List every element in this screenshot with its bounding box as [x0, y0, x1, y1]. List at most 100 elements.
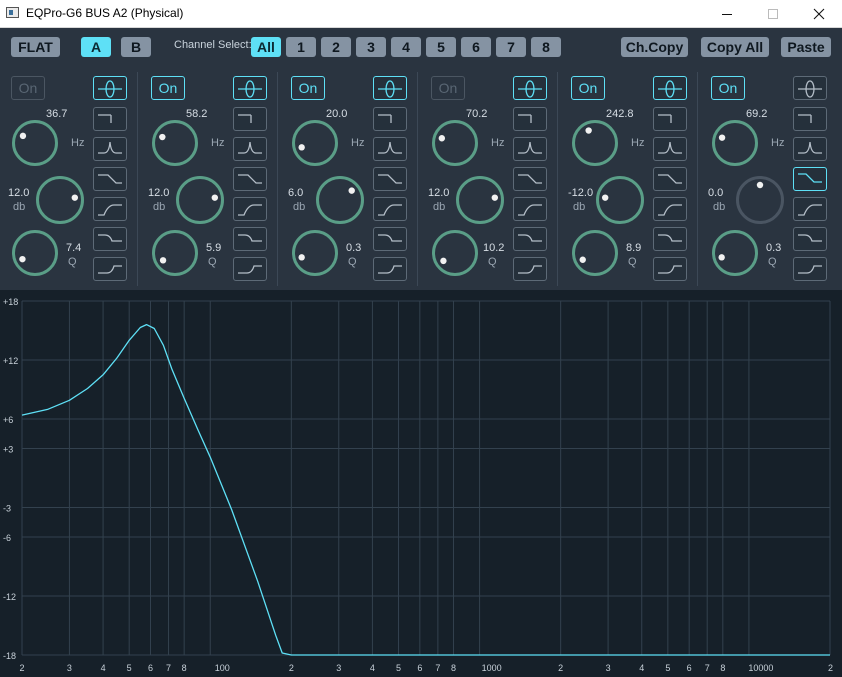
- preset-a-button[interactable]: A: [81, 37, 111, 57]
- q-knob[interactable]: [430, 228, 480, 278]
- filter-type-high-pass-button[interactable]: [653, 197, 687, 221]
- channel-3-button[interactable]: 3: [356, 37, 386, 57]
- filter-type-high-shelf-cut-button[interactable]: [373, 167, 407, 191]
- close-icon: [813, 8, 825, 19]
- q-value: 10.2: [483, 242, 505, 254]
- filter-type-low-shelf-button[interactable]: [233, 227, 267, 251]
- gain-knob[interactable]: [454, 174, 506, 226]
- filter-bandpass-icon: [658, 141, 682, 154]
- gain-knob[interactable]: [174, 174, 226, 226]
- channel-2-button[interactable]: 2: [321, 37, 351, 57]
- filter-type-low-cut-button[interactable]: [653, 107, 687, 131]
- gain-knob-indicator: [491, 194, 499, 201]
- filter-type-bandpass-button[interactable]: [513, 137, 547, 161]
- band-on-button[interactable]: On: [431, 76, 465, 100]
- filter-type-high-shelf-button[interactable]: [793, 167, 827, 191]
- filter-type-peak-button[interactable]: [653, 76, 687, 100]
- filter-high-shelf-cut-icon: [518, 174, 542, 184]
- flat-button[interactable]: FLAT: [11, 37, 60, 57]
- filter-type-low-shelf-button[interactable]: [793, 227, 827, 251]
- frequency-knob[interactable]: [10, 118, 60, 168]
- filter-type-low-cut-button[interactable]: [93, 107, 127, 131]
- filter-type-peak-button[interactable]: [793, 76, 827, 100]
- band-on-button[interactable]: On: [11, 76, 45, 100]
- filter-type-bandpass-button[interactable]: [653, 137, 687, 161]
- frequency-knob[interactable]: [290, 118, 340, 168]
- copy-all-button[interactable]: Copy All: [701, 37, 769, 57]
- filter-type-bandpass-button[interactable]: [373, 137, 407, 161]
- filter-type-low-shelf-button[interactable]: [93, 227, 127, 251]
- filter-type-bandpass-button[interactable]: [793, 137, 827, 161]
- filter-type-low-shelf-cut-button[interactable]: [93, 257, 127, 281]
- frequency-knob[interactable]: [570, 118, 620, 168]
- filter-type-low-cut-button[interactable]: [233, 107, 267, 131]
- frequency-knob[interactable]: [430, 118, 480, 168]
- gain-unit: db: [13, 201, 26, 213]
- filter-type-low-shelf-button[interactable]: [373, 227, 407, 251]
- filter-type-low-shelf-button[interactable]: [513, 227, 547, 251]
- filter-type-high-pass-button[interactable]: [93, 197, 127, 221]
- gain-knob[interactable]: [314, 174, 366, 226]
- filter-type-low-cut-button[interactable]: [513, 107, 547, 131]
- channel-all-button[interactable]: All: [251, 37, 281, 57]
- filter-type-bandpass-button[interactable]: [93, 137, 127, 161]
- band-on-button[interactable]: On: [711, 76, 745, 100]
- band-5: On 242.8 Hz -12.0 db 8.9 Q: [560, 72, 696, 286]
- filter-type-low-shelf-cut-button[interactable]: [373, 257, 407, 281]
- band-on-button[interactable]: On: [151, 76, 185, 100]
- filter-type-high-shelf-cut-button[interactable]: [233, 167, 267, 191]
- band-4: On 70.2 Hz 12.0 db 10.2 Q: [420, 72, 556, 286]
- filter-type-low-shelf-cut-button[interactable]: [793, 257, 827, 281]
- q-knob[interactable]: [10, 228, 60, 278]
- channel-8-button[interactable]: 8: [531, 37, 561, 57]
- filter-peak-icon: [238, 80, 262, 98]
- paste-button[interactable]: Paste: [781, 37, 831, 57]
- q-knob[interactable]: [150, 228, 200, 278]
- channel-7-button[interactable]: 7: [496, 37, 526, 57]
- filter-type-high-shelf-cut-button[interactable]: [93, 167, 127, 191]
- channel-6-button[interactable]: 6: [461, 37, 491, 57]
- filter-type-low-shelf-cut-button[interactable]: [653, 257, 687, 281]
- filter-type-high-pass-button[interactable]: [373, 197, 407, 221]
- channel-copy-button[interactable]: Ch.Copy: [621, 37, 688, 57]
- band-on-button[interactable]: On: [571, 76, 605, 100]
- filter-high-shelf-cut-icon: [98, 174, 122, 184]
- filter-type-high-pass-button[interactable]: [233, 197, 267, 221]
- frequency-knob[interactable]: [710, 118, 760, 168]
- preset-b-button[interactable]: B: [121, 37, 151, 57]
- filter-type-low-cut-button[interactable]: [793, 107, 827, 131]
- filter-type-low-cut-button[interactable]: [373, 107, 407, 131]
- q-knob[interactable]: [290, 228, 340, 278]
- q-knob[interactable]: [570, 228, 620, 278]
- filter-type-high-shelf-cut-button[interactable]: [513, 167, 547, 191]
- filter-type-bandpass-button[interactable]: [233, 137, 267, 161]
- close-button[interactable]: [796, 0, 842, 27]
- gain-value: -12.0: [568, 187, 594, 199]
- x-tick-label: 3: [606, 663, 611, 673]
- band-on-button[interactable]: On: [291, 76, 325, 100]
- maximize-button[interactable]: [750, 0, 796, 27]
- q-knob[interactable]: [710, 228, 760, 278]
- filter-type-peak-button[interactable]: [93, 76, 127, 100]
- filter-type-high-pass-button[interactable]: [513, 197, 547, 221]
- channel-1-button[interactable]: 1: [286, 37, 316, 57]
- q-value: 5.9: [206, 242, 222, 254]
- filter-type-low-shelf-cut-button[interactable]: [233, 257, 267, 281]
- filter-type-peak-button[interactable]: [233, 76, 267, 100]
- q-value: 7.4: [66, 242, 82, 254]
- frequency-knob-indicator: [159, 133, 166, 141]
- filter-type-low-shelf-cut-button[interactable]: [513, 257, 547, 281]
- filter-type-low-shelf-button[interactable]: [653, 227, 687, 251]
- minimize-button[interactable]: [704, 0, 750, 27]
- filter-type-peak-button[interactable]: [373, 76, 407, 100]
- gain-knob[interactable]: [594, 174, 646, 226]
- filter-type-high-pass-button[interactable]: [793, 197, 827, 221]
- gain-knob[interactable]: [34, 174, 86, 226]
- channel-4-button[interactable]: 4: [391, 37, 421, 57]
- channel-5-button[interactable]: 5: [426, 37, 456, 57]
- frequency-knob[interactable]: [150, 118, 200, 168]
- frequency-response-graph[interactable]: +18 +12 +6 +3 -3 -6 -12 -18 2 3 4 5 6 7 8 100 2 3 4 5 6 7 8 100…: [0, 290, 842, 677]
- gain-knob[interactable]: [734, 174, 786, 226]
- filter-type-peak-button[interactable]: [513, 76, 547, 100]
- filter-type-high-shelf-cut-button[interactable]: [653, 167, 687, 191]
